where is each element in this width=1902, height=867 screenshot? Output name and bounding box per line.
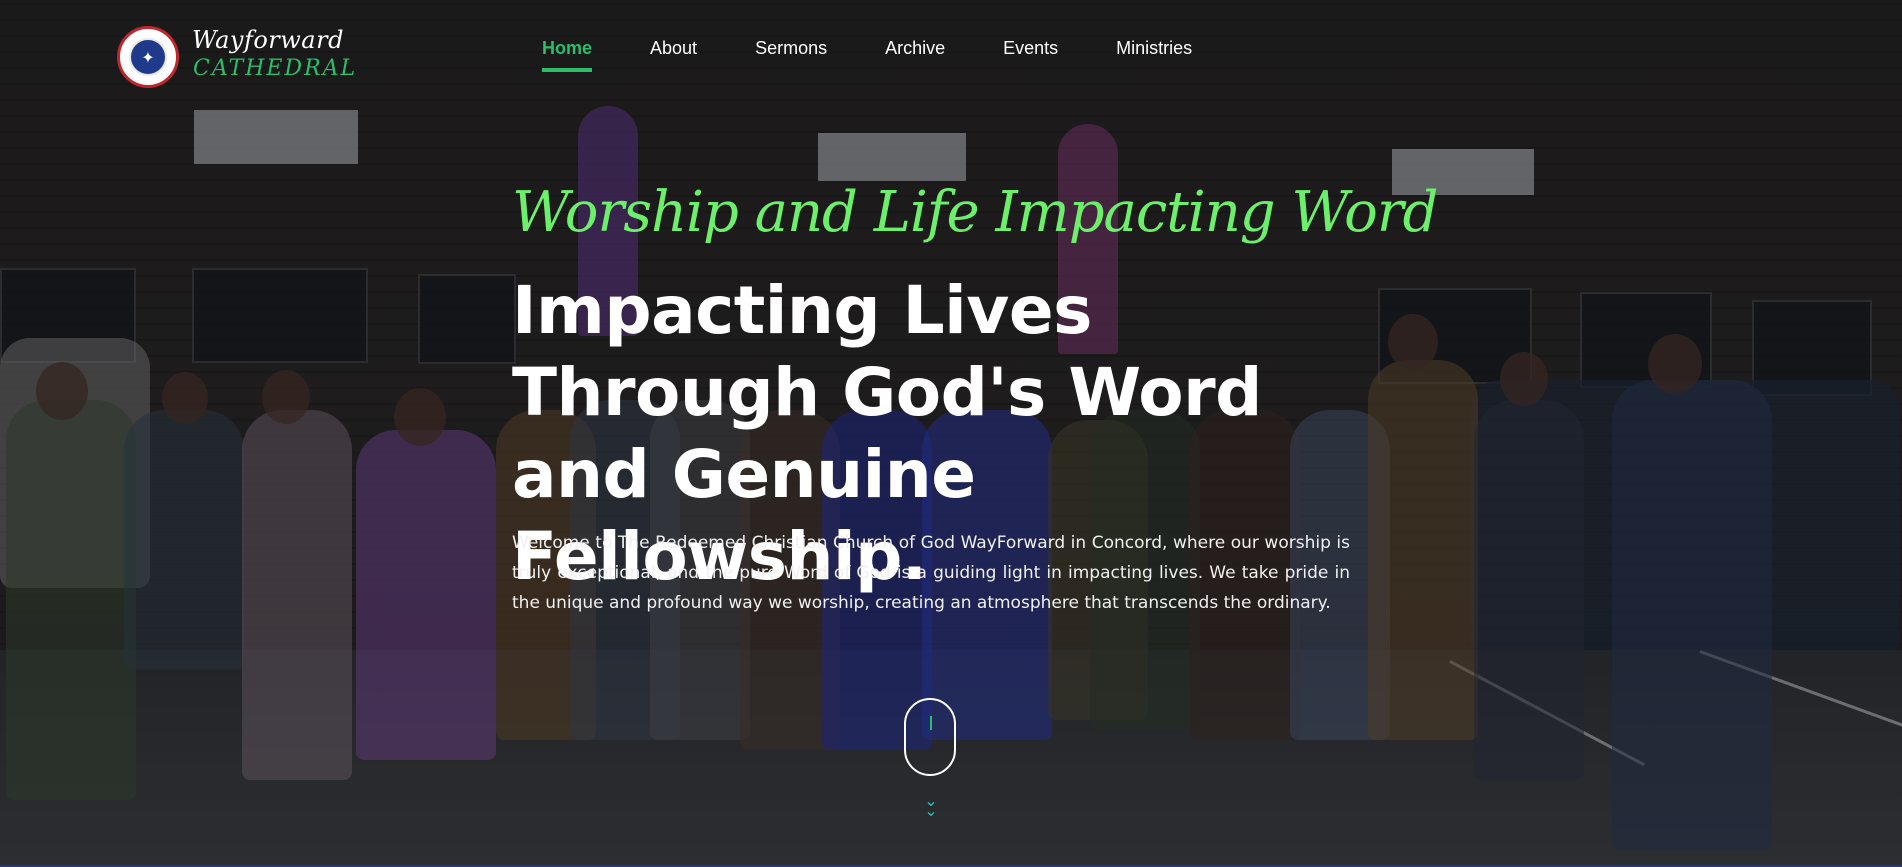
nav-item-sermons[interactable]: Sermons (755, 38, 827, 72)
church-logo[interactable]: ✦ (117, 26, 179, 88)
brand-name-bottom[interactable]: CATHEDRAL (193, 56, 357, 81)
nav-item-about[interactable]: About (650, 38, 697, 72)
mouse-wheel-dot (930, 716, 932, 730)
nav-item-events[interactable]: Events (1003, 38, 1058, 72)
hero-section: ✦ Wayforward CATHEDRAL Home About Sermon… (0, 0, 1902, 867)
nav-item-ministries[interactable]: Ministries (1116, 38, 1192, 72)
nav-item-archive[interactable]: Archive (885, 38, 945, 72)
nav-item-home[interactable]: Home (542, 38, 593, 72)
brand-name-top[interactable]: Wayforward (192, 26, 344, 54)
main-nav: Home About Sermons Archive Events Minist… (542, 38, 1250, 72)
double-chevron-down-icon[interactable]: ⌄ ⌄ (918, 793, 944, 819)
hero-tagline: Worship and Life Impacting Word (512, 180, 1439, 245)
site-header: ✦ Wayforward CATHEDRAL Home About Sermon… (0, 0, 1902, 100)
dove-icon: ✦ (129, 38, 167, 76)
hero-lead-text: Welcome to The Redeemed Christian Church… (512, 533, 1350, 613)
mouse-scroll-icon[interactable] (904, 698, 956, 776)
